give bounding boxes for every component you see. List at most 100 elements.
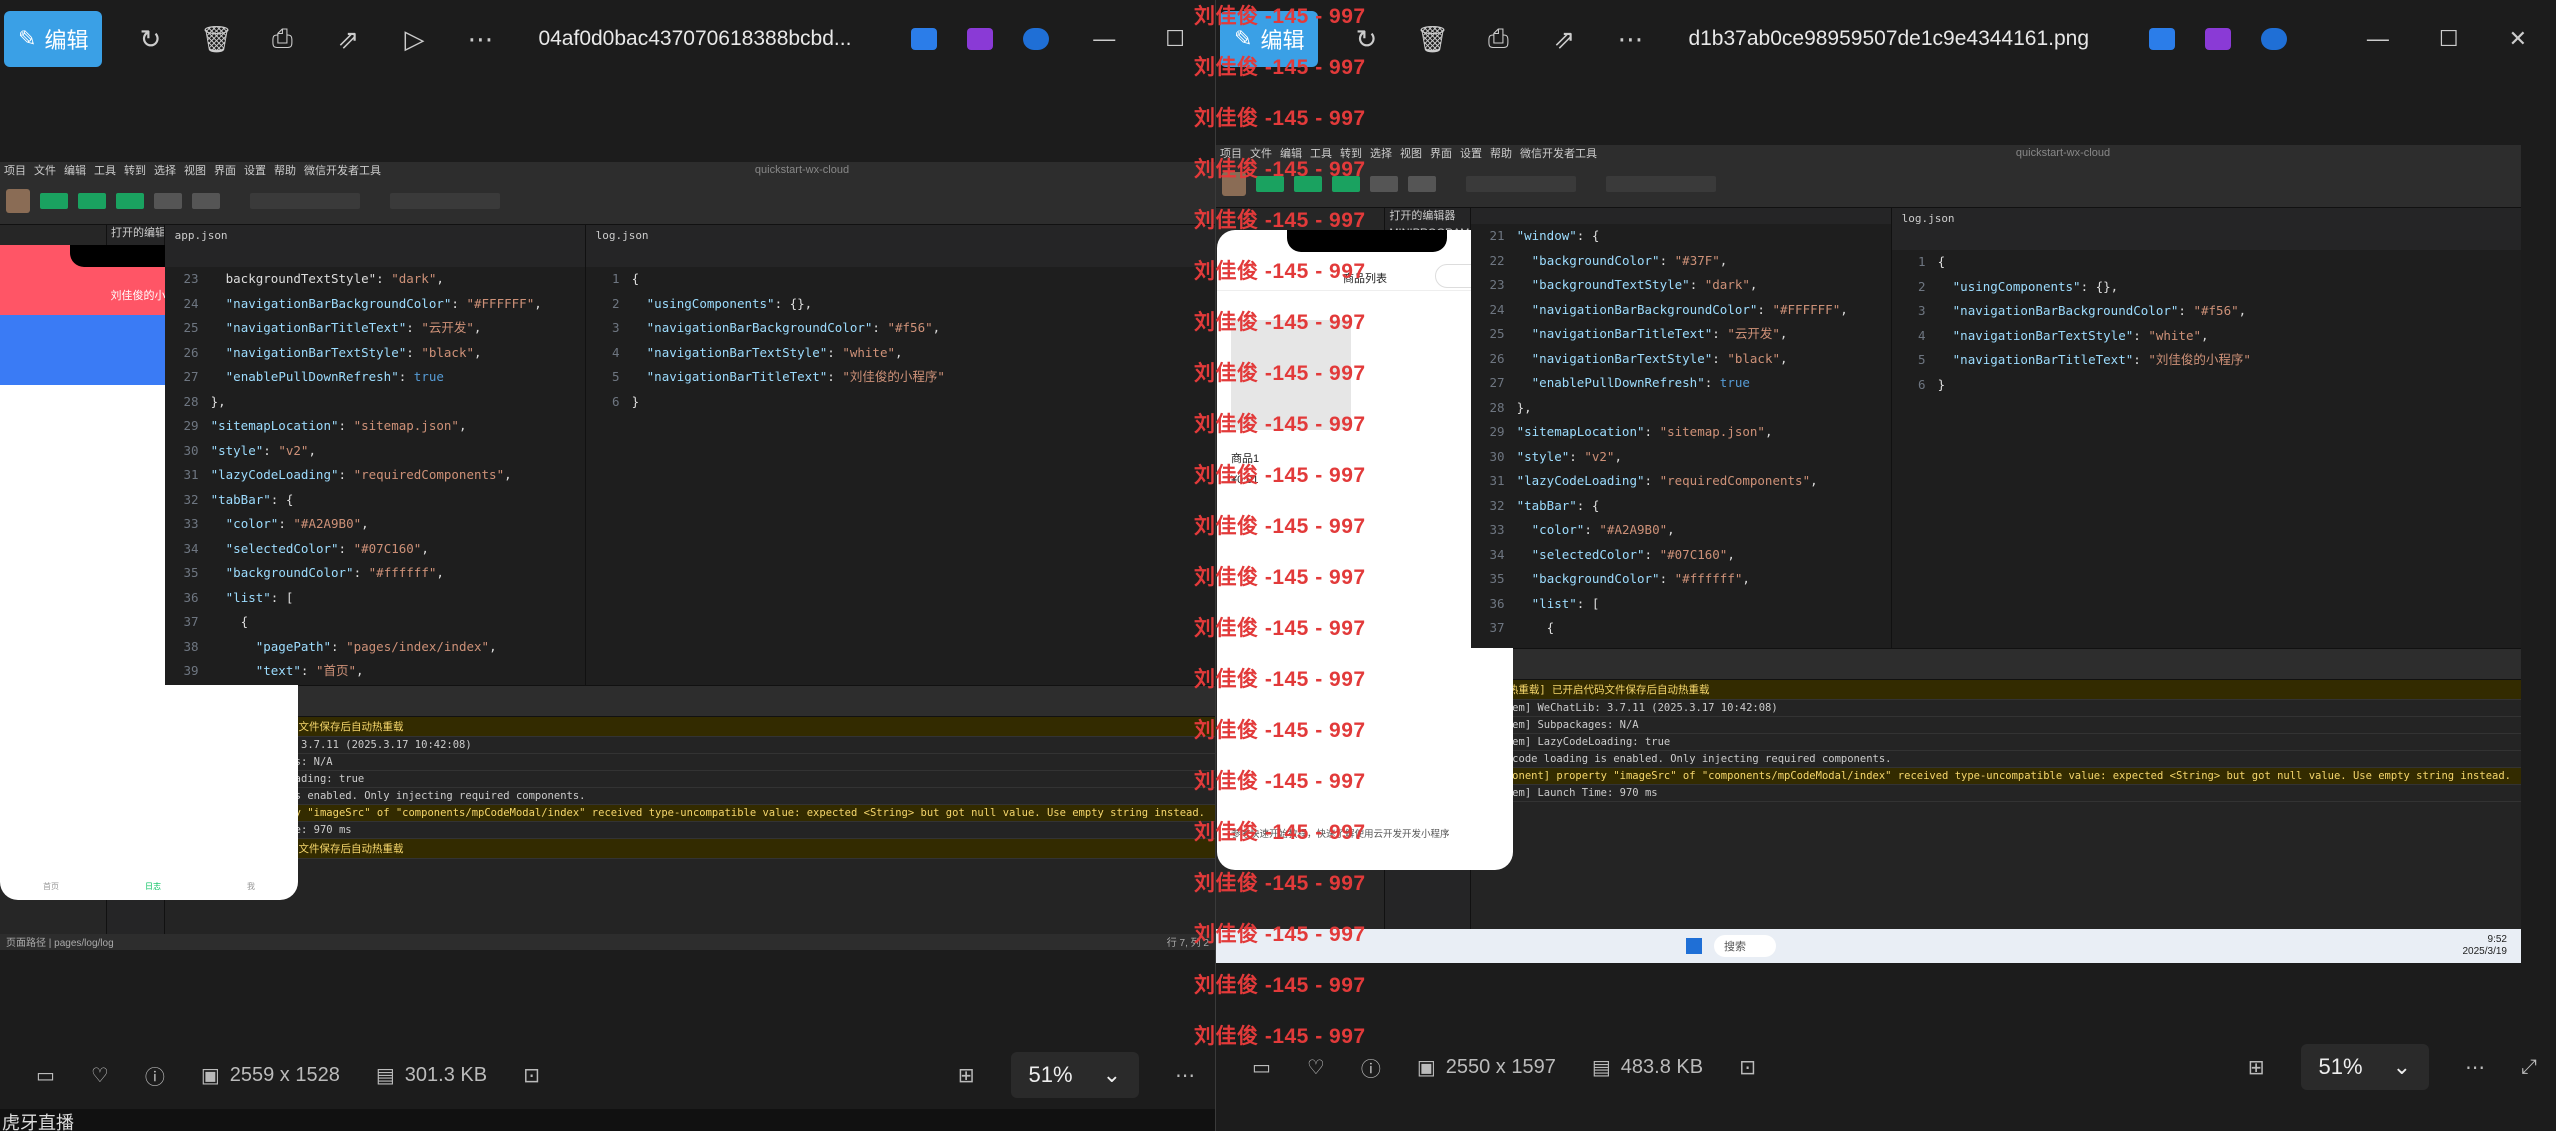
share-icon[interactable]: ⇗ <box>1546 21 1582 57</box>
watermark-text: 刘佳俊 -145 - 997 <box>1194 872 1366 895</box>
editor-tab[interactable]: log.json <box>585 225 1215 267</box>
print-icon[interactable]: ⎙ <box>264 21 300 57</box>
clipchamp-icon[interactable] <box>967 28 994 50</box>
onedrive-icon[interactable] <box>1023 28 1050 50</box>
line-number: 6 <box>612 393 620 409</box>
menu-item[interactable]: 工具 <box>94 162 116 178</box>
viewer-bottom-bar: ▭ ♡ ⓘ ▣ 2550 x 1597 ▤ 483.8 KB ⊡ ⊞ 51% ⌄ ⋯ … <box>1216 1032 2556 1102</box>
editor-tab[interactable]: app.json <box>164 225 585 267</box>
explorer-item[interactable]: 打开的编辑器 <box>107 225 164 242</box>
share-icon[interactable]: ⇗ <box>330 21 366 57</box>
menu-item[interactable]: 编辑 <box>64 162 86 178</box>
file-name: 04af0d0bac437070618388bcbd... <box>538 27 852 50</box>
actual-size-icon[interactable]: ⊞ <box>958 1063 975 1088</box>
code-line: 23 backgroundTextStyle": "dark", <box>165 267 585 292</box>
log-json-editor[interactable]: log.json 1{2 "usingComponents": {}, 3 "na… <box>1890 208 2521 648</box>
info-icon[interactable]: ⓘ <box>145 1061 165 1090</box>
app-json-editor[interactable]: app.json 23 backgroundTextStyle": "dark"… <box>164 225 585 685</box>
line-number: 34 <box>183 540 199 556</box>
watermark-text: 刘佳俊 -145 - 997 <box>1194 719 1366 742</box>
line-number: 3 <box>1918 303 1926 318</box>
menu-item[interactable]: 转到 <box>124 162 146 178</box>
delete-icon[interactable]: 🗑 <box>1414 21 1450 57</box>
paint-app-icon[interactable] <box>2149 28 2176 50</box>
favorite-icon[interactable]: ♡ <box>91 1063 109 1088</box>
menu-item[interactable]: 设置 <box>244 162 266 178</box>
code-line: 34 "selectedColor": "#07C160", <box>1471 543 1891 568</box>
menu-item[interactable]: 文件 <box>34 162 56 178</box>
minimize-icon[interactable]: — <box>1093 26 1115 52</box>
compile-select[interactable] <box>1606 176 1716 192</box>
print-icon[interactable]: ⎙ <box>1480 21 1516 57</box>
log-json-editor[interactable]: log.json 1{2 "usingComponents": {}, 3 "na… <box>584 225 1215 685</box>
editor-button[interactable] <box>78 193 106 209</box>
actual-size-icon[interactable]: ⊞ <box>2248 1055 2265 1080</box>
avatar[interactable] <box>6 189 30 213</box>
more-icon[interactable]: ⋯ <box>1612 21 1648 57</box>
menu-item[interactable]: 视图 <box>1400 145 1422 161</box>
taskbar-search[interactable]: 搜索 <box>1714 935 1776 957</box>
code-line: 5 "navigationBarTitleText": "刘佳俊的小程序" <box>586 365 1215 390</box>
mode-select[interactable] <box>250 193 360 209</box>
delete-icon[interactable]: 🗑 <box>198 21 234 57</box>
editor-tab[interactable]: log.json <box>1891 208 2521 250</box>
menu-item[interactable]: 项目 <box>4 162 26 178</box>
code-line: 3 "navigationBarBackgroundColor": "#f56"… <box>586 316 1215 341</box>
tab-me[interactable]: 我 <box>247 881 255 892</box>
slideshow-icon[interactable]: ▷ <box>396 21 432 57</box>
chevron-down-icon: ⌄ <box>1102 1062 1121 1087</box>
compile-select[interactable] <box>390 193 500 209</box>
visual-search-icon[interactable]: ⊡ <box>523 1063 540 1088</box>
cloud-button[interactable] <box>192 193 220 209</box>
menu-item[interactable]: 设置 <box>1460 145 1482 161</box>
explorer-item[interactable]: 打开的编辑器 <box>1385 208 1469 225</box>
windows-start-icon[interactable] <box>1686 938 1702 954</box>
menu-item[interactable]: 帮助 <box>274 162 296 178</box>
onedrive-icon[interactable] <box>2261 28 2288 50</box>
screenshot-image: 项目 文件 编辑 工具 转到 选择 视图 界面 设置 帮助 微信开发者工具 qu… <box>0 162 1215 950</box>
menu-item[interactable]: 视图 <box>184 162 206 178</box>
menu-item[interactable]: 微信开发者工具 <box>1520 145 1597 161</box>
more-icon[interactable]: ⋯ <box>462 21 498 57</box>
debugger-button[interactable] <box>116 193 144 209</box>
menu-item[interactable]: 选择 <box>1370 145 1392 161</box>
menu-item[interactable]: 帮助 <box>1490 145 1512 161</box>
edit-button[interactable]: ✎ 编辑 <box>4 11 103 67</box>
close-icon[interactable]: ✕ <box>2509 26 2527 52</box>
fullscreen-icon[interactable]: ⤢ <box>2521 1056 2537 1079</box>
maximize-icon[interactable]: ☐ <box>2439 26 2459 52</box>
code-line: 21 "window": { <box>1471 224 1891 249</box>
menu-item[interactable]: 界面 <box>214 162 236 178</box>
visual-search-icon[interactable]: ⊡ <box>1739 1055 1756 1080</box>
menu-item[interactable]: 界面 <box>1430 145 1452 161</box>
watermark-text: 刘佳俊 -145 - 997 <box>1194 5 1366 28</box>
code-line: 35 "backgroundColor": "#ffffff", <box>165 561 585 586</box>
visual-button[interactable] <box>1370 176 1398 192</box>
tab-log[interactable]: 日志 <box>145 881 161 892</box>
watermark-text: 刘佳俊 -145 - 997 <box>1194 209 1366 232</box>
tab-home[interactable]: 首页 <box>43 881 59 892</box>
info-icon[interactable]: ⓘ <box>1361 1053 1381 1082</box>
cloud-button[interactable] <box>1408 176 1436 192</box>
clipchamp-icon[interactable] <box>2205 28 2232 50</box>
filmstrip-icon[interactable]: ▭ <box>1252 1055 1271 1080</box>
visual-button[interactable] <box>154 193 182 209</box>
more-options-icon[interactable]: ⋯ <box>2465 1055 2485 1080</box>
paint-app-icon[interactable] <box>911 28 938 50</box>
filmstrip-icon[interactable]: ▭ <box>36 1063 55 1088</box>
app-json-editor[interactable]: 21 "window": {22 "backgroundColor": "#37F… <box>1470 208 1891 648</box>
code-text: "navigationBarTitleText": "云开发", <box>225 320 482 335</box>
menu-item[interactable]: 选择 <box>154 162 176 178</box>
zoom-select[interactable]: 51% ⌄ <box>1010 1052 1139 1098</box>
rotate-icon[interactable]: ↻ <box>132 21 168 57</box>
line-number: 38 <box>183 638 199 654</box>
mode-select[interactable] <box>1466 176 1576 192</box>
favorite-icon[interactable]: ♡ <box>1307 1055 1325 1080</box>
zoom-select[interactable]: 51% ⌄ <box>2300 1044 2429 1090</box>
maximize-icon[interactable]: ☐ <box>1165 26 1185 52</box>
more-options-icon[interactable]: ⋯ <box>1175 1063 1195 1088</box>
console-line: [自动热重载] 已开启代码文件保存后自动热重载 <box>164 839 1215 859</box>
menu-item[interactable]: 微信开发者工具 <box>304 162 381 178</box>
minimize-icon[interactable]: — <box>2367 26 2389 52</box>
simulator-button[interactable] <box>40 193 68 209</box>
